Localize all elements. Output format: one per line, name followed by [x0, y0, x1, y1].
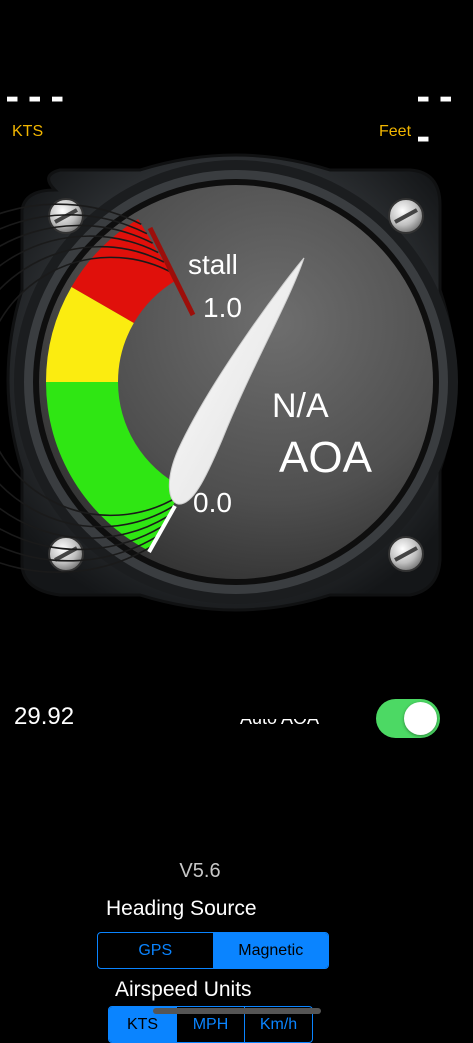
app-version: V5.6 [179, 860, 221, 882]
heading-source-title: Heading Source [106, 897, 257, 920]
home-indicator [153, 1008, 321, 1014]
screw-icon [388, 198, 424, 234]
gauge-title: AOA [279, 433, 373, 482]
aoa-value-text: N/A [272, 387, 329, 425]
altitude-readout: --- [413, 78, 458, 158]
aoa-gauge: stall 1.0 0.0 N/A AOA [0, 153, 458, 612]
min-value-label: 0.0 [193, 487, 232, 518]
auto-aoa-toggle[interactable] [376, 699, 440, 738]
altitude-unit-label: Feet [379, 123, 412, 140]
heading-option-gps[interactable]: GPS [98, 933, 214, 968]
airspeed-units-title: Airspeed Units [115, 978, 252, 1001]
airspeed-readout: --- [2, 78, 70, 118]
max-value-label: 1.0 [203, 292, 242, 323]
airspeed-unit-label: KTS [12, 123, 44, 140]
auto-aoa-label: Auto AOA [240, 708, 320, 728]
screw-icon [388, 536, 424, 572]
stall-label: stall [188, 249, 238, 280]
baro-setting[interactable]: 29.92 [14, 703, 74, 731]
screw-icon [48, 536, 84, 572]
heading-source-control: GPS Magnetic [97, 932, 329, 969]
toggle-knob [404, 702, 437, 735]
heading-option-magnetic[interactable]: Magnetic [213, 933, 328, 968]
